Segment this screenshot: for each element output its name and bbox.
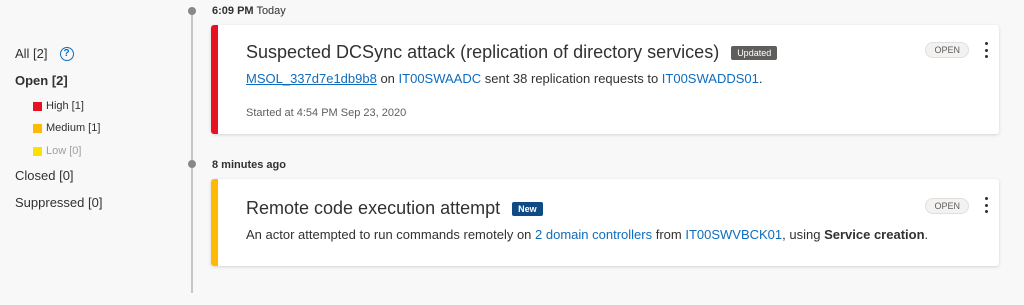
filter-all-label: All [2] (15, 46, 48, 61)
filter-severity-low[interactable]: Low [0] (33, 145, 81, 157)
desc-text: . (924, 227, 929, 242)
timeline-time: 8 minutes ago (212, 159, 286, 171)
low-severity-icon (33, 146, 42, 156)
status-badge: OPEN (925, 42, 969, 58)
alert-title: Remote code execution attempt New (246, 198, 543, 219)
filter-sidebar: All [2] ? Open [2] High [1] Medium [1] L… (0, 0, 180, 305)
alert-card[interactable]: Suspected DCSync attack (replication of … (211, 25, 999, 134)
alert-title-text: Suspected DCSync attack (replication of … (246, 42, 720, 62)
timeline-line (191, 8, 193, 293)
filter-all[interactable]: All [2] ? (15, 46, 74, 61)
alert-title: Suspected DCSync attack (replication of … (246, 42, 778, 63)
desc-text: sent 38 replication requests to (481, 71, 662, 86)
help-icon[interactable]: ? (59, 46, 74, 61)
filter-closed[interactable]: Closed [0] (15, 168, 74, 183)
desc-text: An actor attempted to run commands remot… (246, 227, 536, 242)
medium-severity-icon (33, 123, 42, 133)
source-computer-link[interactable]: IT00SWVBCK01 (685, 227, 782, 242)
timeline-dot (188, 160, 196, 168)
timeline-time: 6:09 PM (212, 5, 254, 17)
timeline-label: 6:09 PM Today (212, 5, 286, 17)
filter-severity-medium-label: Medium [1] (46, 122, 101, 134)
alert-description: An actor attempted to run commands remot… (246, 227, 928, 242)
alert-title-text: Remote code execution attempt (246, 198, 501, 218)
filter-severity-high-label: High [1] (46, 100, 84, 112)
target-computer-link[interactable]: IT00SWADDS01 (662, 71, 759, 86)
desc-text: , using (782, 227, 825, 242)
alert-description: MSOL_337d7e1db9b8 on IT00SWAADC sent 38 … (246, 71, 762, 86)
timeline-dot (188, 7, 196, 15)
severity-stripe (211, 25, 218, 134)
filter-severity-high[interactable]: High [1] (33, 100, 84, 112)
filter-open[interactable]: Open [2] (15, 73, 68, 88)
method-text: Service creation (824, 227, 925, 242)
more-options-icon[interactable] (983, 197, 989, 213)
updated-badge: Updated (731, 45, 778, 60)
domain-controllers-link[interactable]: 2 domain controllers (535, 227, 652, 242)
alert-card[interactable]: Remote code execution attempt New An act… (211, 179, 999, 266)
desc-text: from (652, 227, 686, 242)
desc-text: . (758, 71, 763, 86)
new-badge: New (512, 201, 543, 216)
filter-suppressed[interactable]: Suppressed [0] (15, 195, 102, 210)
timeline-day: Today (256, 5, 286, 17)
desc-text: on (376, 71, 399, 86)
filter-severity-medium[interactable]: Medium [1] (33, 122, 100, 134)
source-computer-link[interactable]: IT00SWAADC (399, 71, 482, 86)
status-badge: OPEN (925, 198, 969, 214)
timeline-label: 8 minutes ago (212, 159, 286, 171)
account-link[interactable]: MSOL_337d7e1db9b8 (246, 71, 377, 86)
severity-stripe (211, 179, 218, 266)
high-severity-icon (33, 101, 42, 111)
started-time: Started at 4:54 PM Sep 23, 2020 (246, 107, 407, 119)
more-options-icon[interactable] (983, 42, 989, 58)
filter-severity-low-label: Low [0] (46, 145, 82, 157)
